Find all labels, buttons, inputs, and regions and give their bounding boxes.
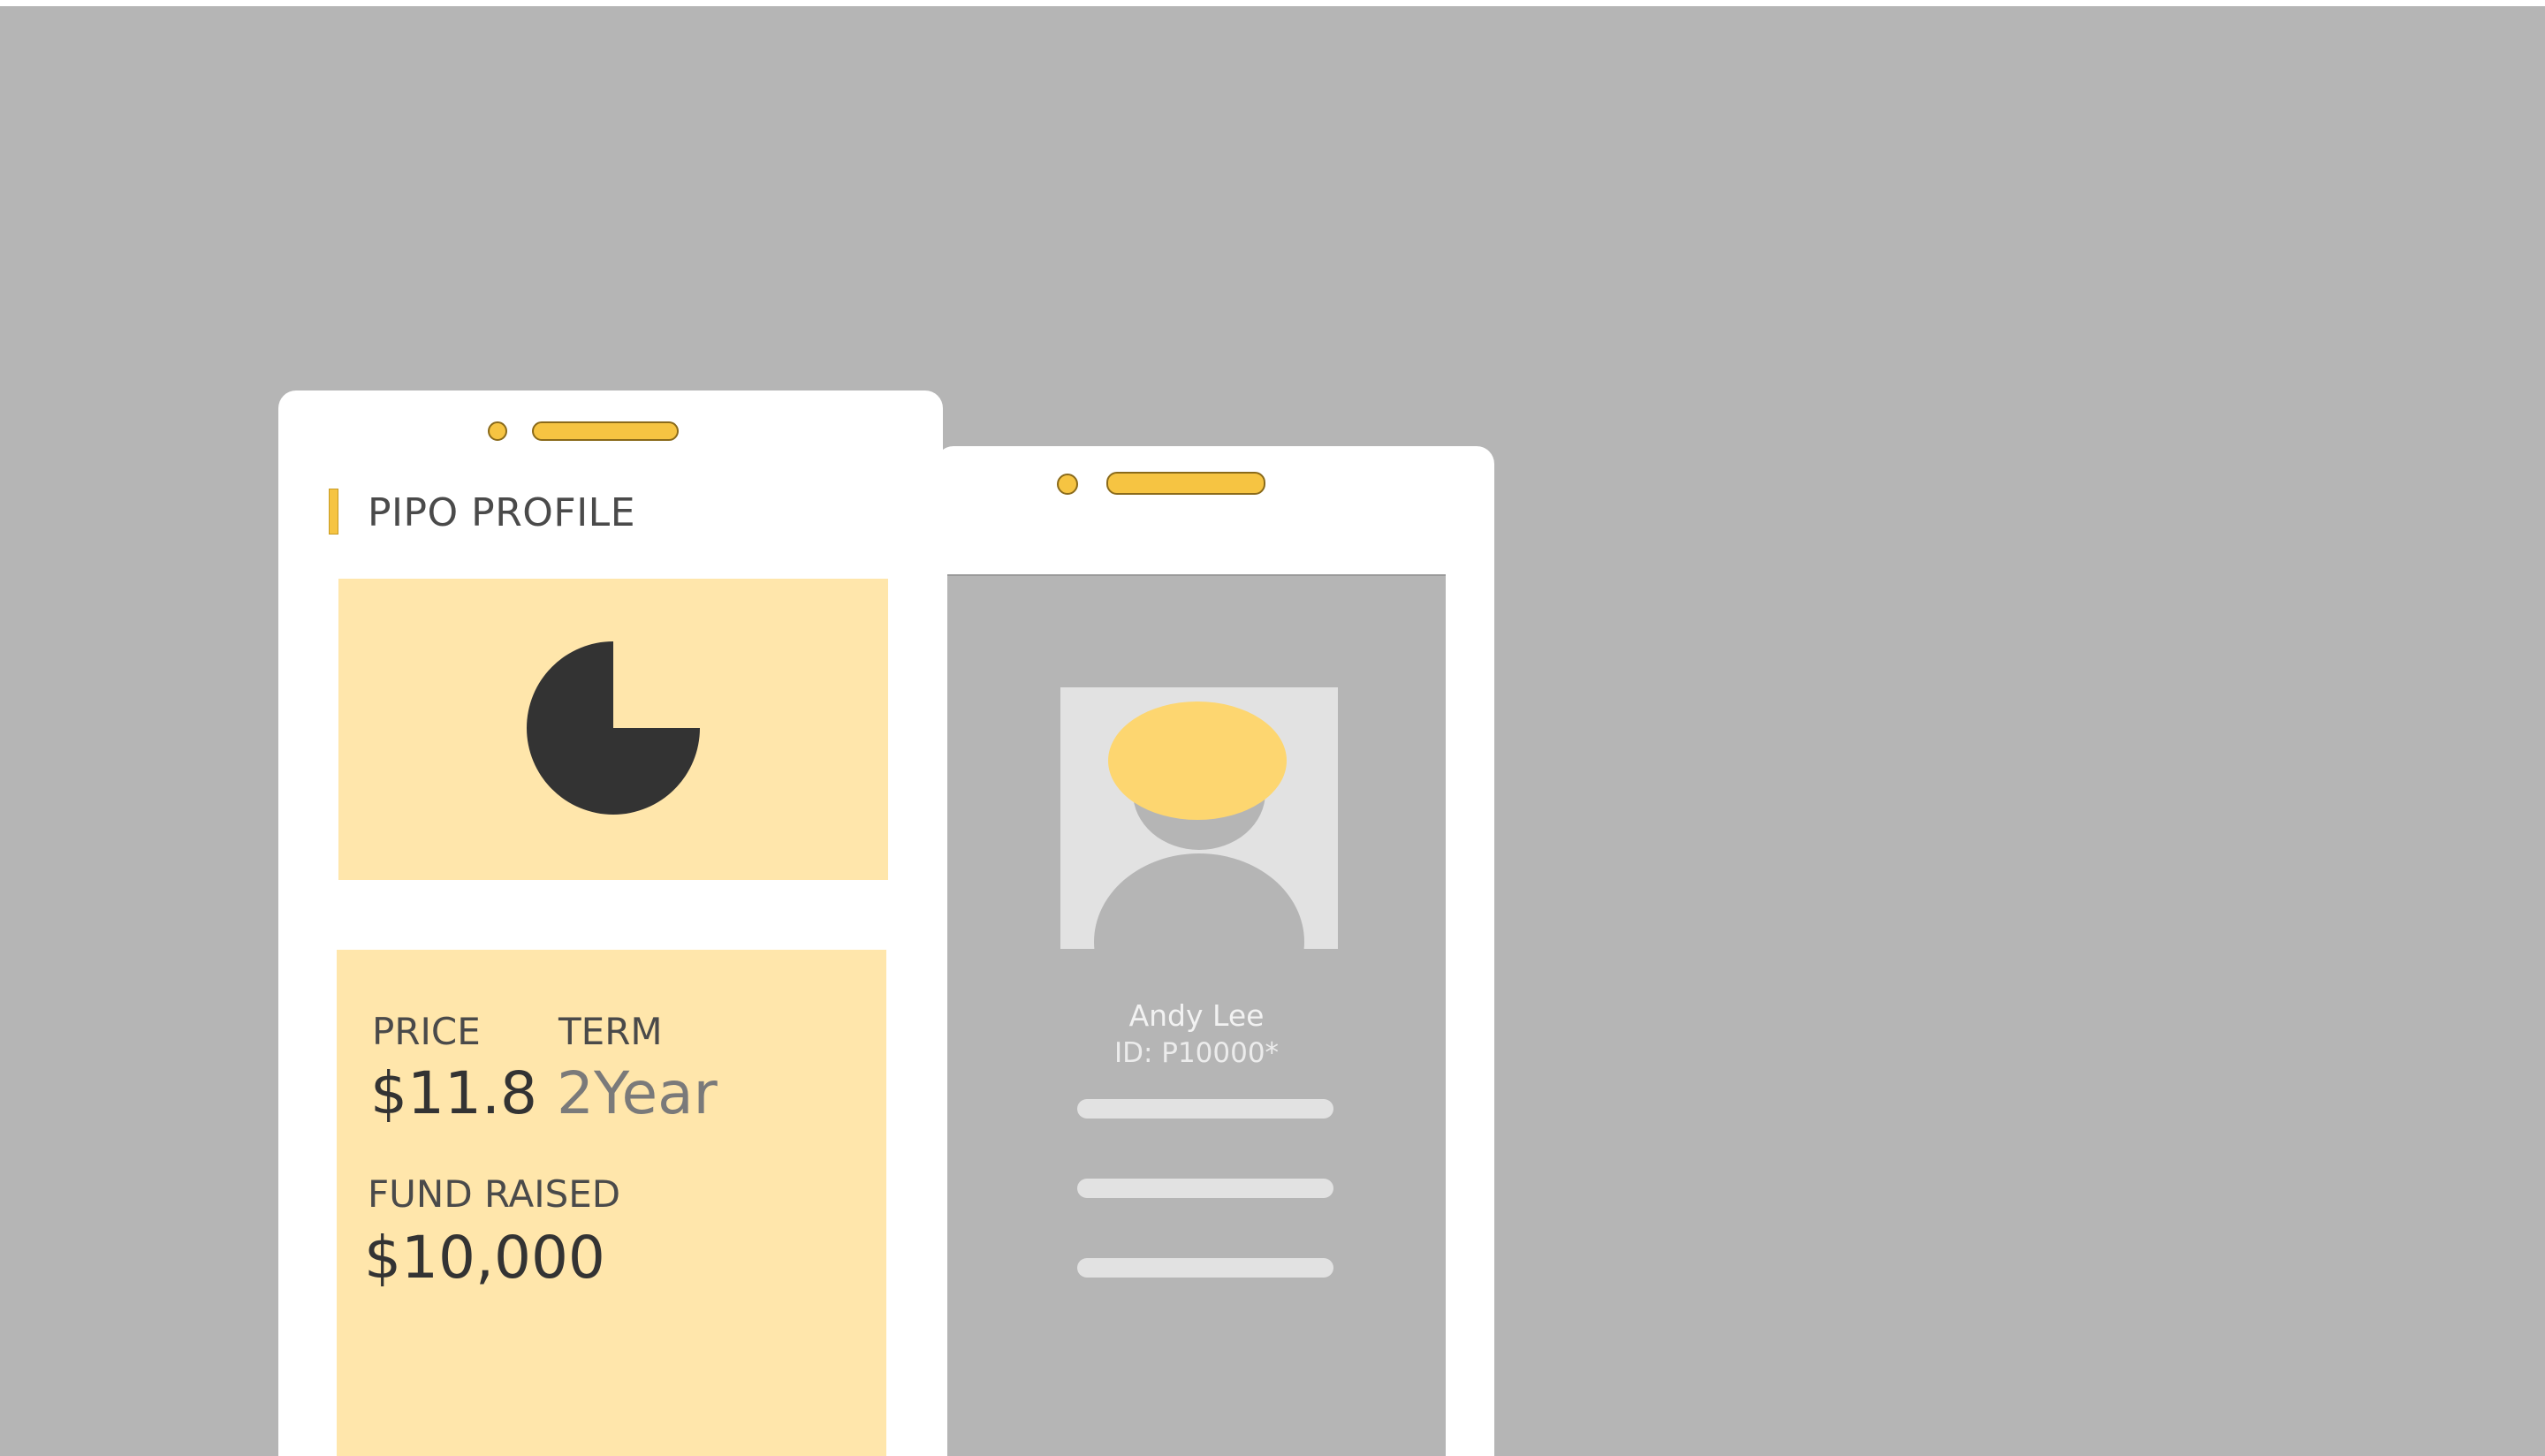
avatar xyxy=(1060,687,1338,949)
title-accent-bar xyxy=(329,489,338,535)
pipo-profile-phone: PIPO PROFILE PRICE TERM $11.8 2Year FUND… xyxy=(278,391,943,1456)
page-title: PIPO PROFILE xyxy=(368,490,635,535)
fund-raised-value: $10,000 xyxy=(364,1224,605,1292)
placeholder-line-1 xyxy=(1077,1099,1333,1119)
price-value: $11.8 xyxy=(370,1059,537,1127)
avatar-hair-icon xyxy=(1108,701,1287,820)
speaker-bar xyxy=(532,421,679,441)
user-screen: Andy Lee ID: P10000* xyxy=(947,574,1446,1456)
user-profile-phone: Andy Lee ID: P10000* xyxy=(936,446,1494,1456)
placeholder-line-2 xyxy=(1077,1179,1333,1198)
chart-card xyxy=(338,579,888,880)
price-label: PRICE xyxy=(372,1010,481,1053)
user-name: Andy Lee xyxy=(1128,998,1265,1033)
term-label: TERM xyxy=(558,1010,663,1053)
camera-dot xyxy=(1057,474,1078,495)
user-id: ID: P10000* xyxy=(1113,1037,1280,1069)
info-card: PRICE TERM $11.8 2Year FUND RAISED $10,0… xyxy=(337,950,886,1456)
placeholder-line-3 xyxy=(1077,1258,1333,1278)
avatar-body-icon xyxy=(1094,853,1304,949)
camera-dot xyxy=(488,421,507,441)
fund-raised-label: FUND RAISED xyxy=(368,1172,621,1216)
speaker-bar xyxy=(1106,472,1265,495)
term-value: 2Year xyxy=(557,1059,718,1127)
pie-slice xyxy=(527,641,700,815)
pie-chart xyxy=(527,641,700,815)
